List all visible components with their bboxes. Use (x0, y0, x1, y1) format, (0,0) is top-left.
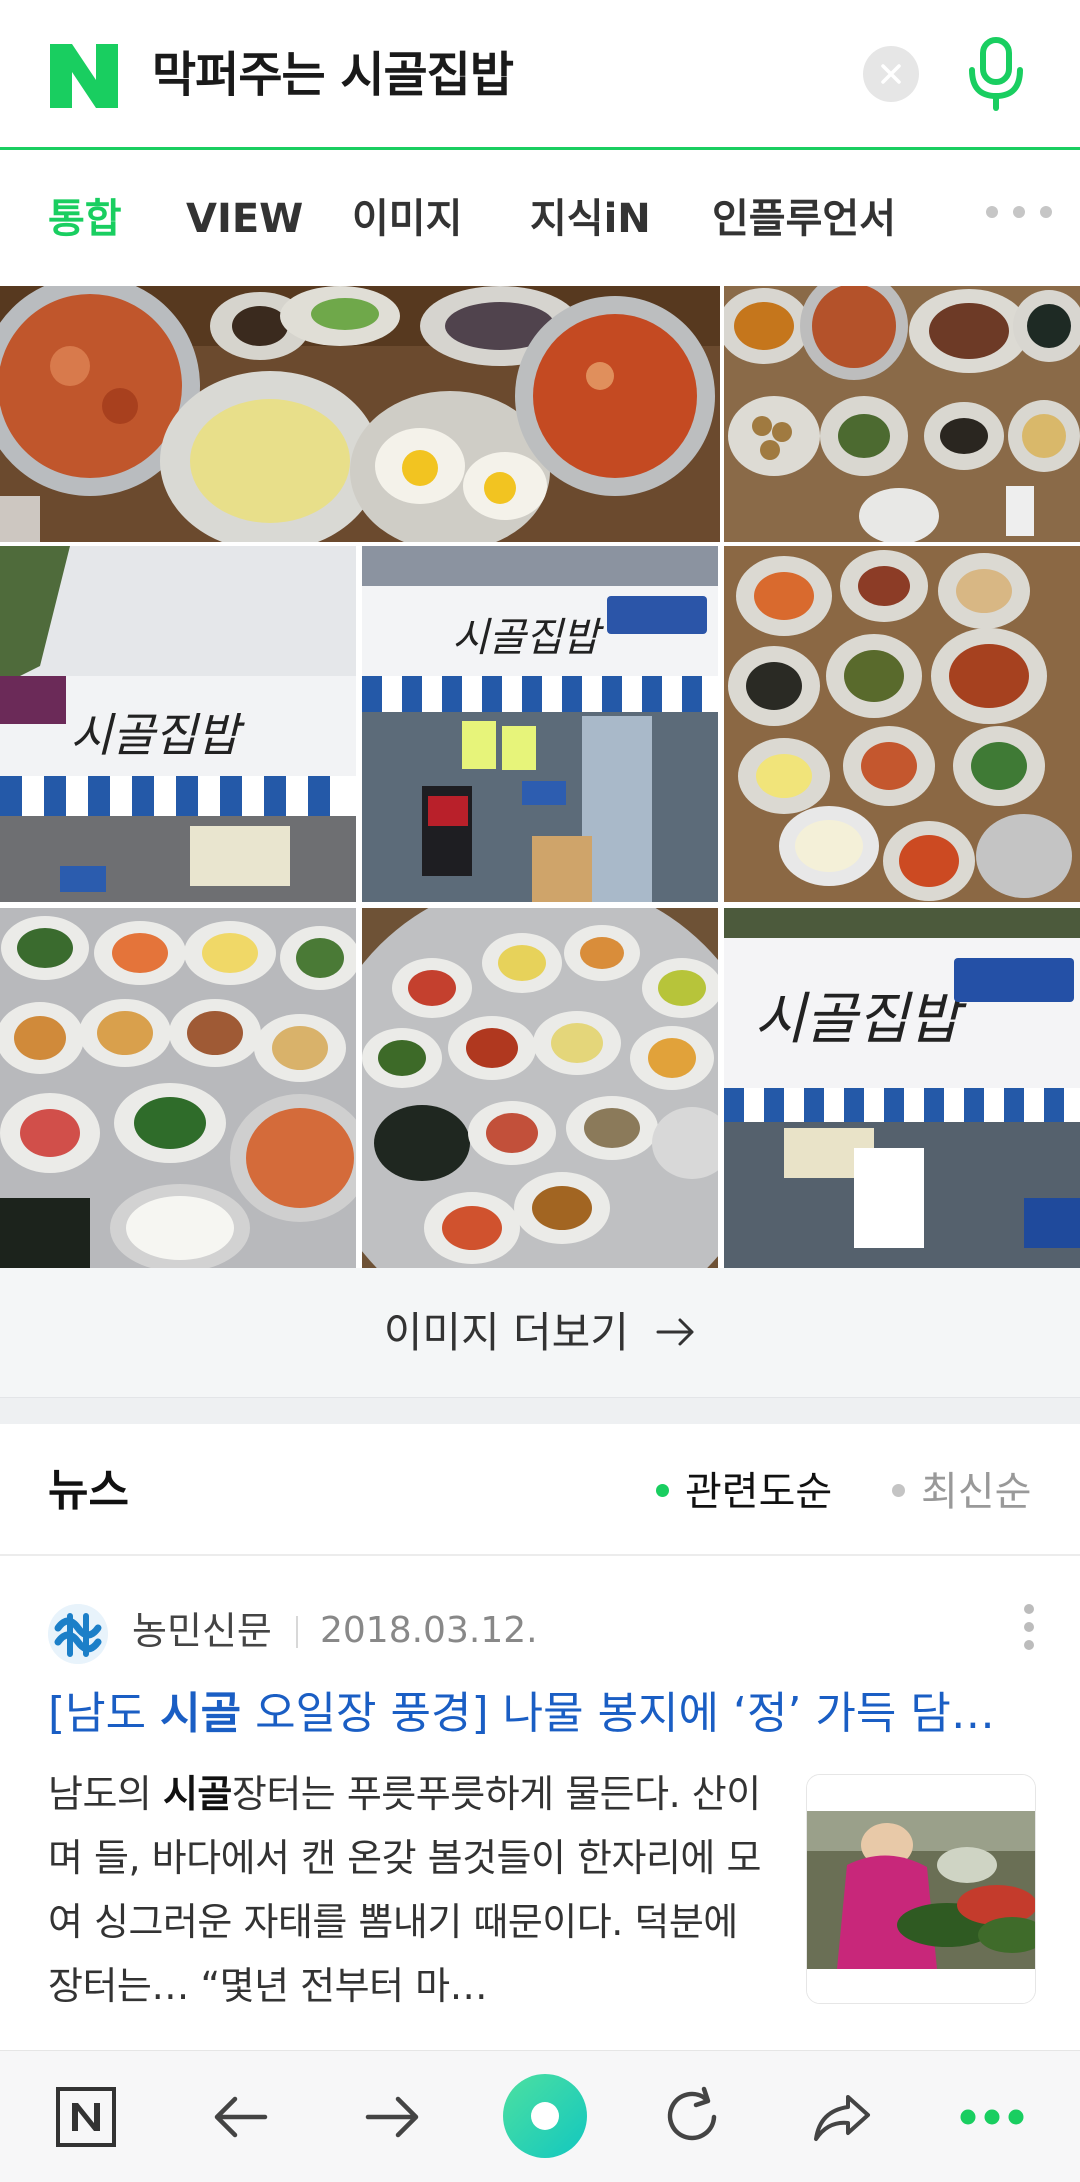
article-date: 2018.03.12. (320, 1610, 538, 1651)
news-section: 뉴스 관련도순 최신순 농민신문 2018.03.12. [남도 시골 오일장 … (0, 1424, 1080, 2050)
tab-images[interactable]: 이미지 (352, 189, 462, 249)
green-dot-icon[interactable] (500, 2071, 590, 2161)
press-logo-icon[interactable] (48, 1604, 108, 1664)
clear-icon[interactable] (863, 46, 919, 102)
svg-text:시골집밥: 시골집밥 (452, 615, 604, 661)
korean-side-dishes-photo[interactable] (0, 286, 720, 542)
microphone-icon[interactable] (964, 36, 1028, 112)
tab-influencer[interactable]: 인플루언서 (712, 189, 896, 249)
news-title: 뉴스 (48, 1465, 129, 1516)
news-header: 뉴스 관련도순 최신순 (0, 1424, 1080, 1556)
selected-dot-icon (656, 1483, 669, 1497)
search-tabs: 통합 VIEW 이미지 지식iN 인플루언서 (0, 153, 1080, 284)
naver-logo-icon[interactable] (50, 44, 118, 108)
more-images-label: 이미지 더보기 (383, 1308, 629, 1357)
article-headline[interactable]: [남도 시골 오일장 풍경] 나물 봉지에 ‘정’ 가득 담… (48, 1682, 1038, 1746)
browser-bottom-bar (0, 2050, 1080, 2182)
sort-latest[interactable]: 최신순 (892, 1464, 1031, 1520)
forward-arrow-icon[interactable] (352, 2077, 432, 2157)
article-summary[interactable]: 남도의 시골장터는 푸릇푸릇하게 물든다. 산이며 들, 바다에서 캔 온갖 봄… (48, 1762, 778, 2018)
sort-latest-label: 최신순 (921, 1469, 1032, 1515)
unselected-dot-icon (892, 1483, 905, 1497)
restaurant-entrance-photo[interactable]: 시골집밥 (362, 546, 718, 902)
restaurant-storefront-photo[interactable]: 시골집밥 (0, 546, 356, 902)
sort-relevance-label: 관련도순 (685, 1469, 833, 1515)
tab-view[interactable]: VIEW (186, 189, 303, 249)
back-arrow-icon[interactable] (201, 2077, 281, 2157)
press-name[interactable]: 농민신문 (132, 1602, 272, 1660)
headline-part: [남도 (48, 1688, 161, 1739)
banchan-tray-photo[interactable] (0, 908, 356, 1268)
side-dish-tray-photo[interactable] (362, 908, 718, 1268)
more-dots-icon[interactable] (952, 2077, 1032, 2157)
meta-divider (296, 1616, 298, 1648)
more-images-button[interactable]: 이미지 더보기 (0, 1268, 1080, 1398)
article-thumbnail[interactable] (806, 1774, 1036, 2004)
naver-home-icon[interactable] (46, 2077, 126, 2157)
summary-part: 남도의 (48, 1772, 163, 1816)
image-grid: 시골집밥 시골집밥 시골집밥 (0, 286, 1080, 1268)
refresh-icon[interactable] (652, 2077, 732, 2157)
tab-knowledge-in[interactable]: 지식iN (530, 189, 651, 249)
svg-text:시골집밥: 시골집밥 (754, 987, 968, 1052)
section-divider (0, 1398, 1080, 1424)
sort-relevance[interactable]: 관련도순 (656, 1464, 832, 1520)
table-set-photo[interactable] (724, 286, 1080, 542)
summary-highlight: 시골 (162, 1772, 232, 1816)
svg-text:시골집밥: 시골집밥 (70, 708, 245, 762)
arrow-right-icon (656, 1303, 696, 1363)
kebab-menu-icon[interactable] (1020, 1604, 1038, 1660)
headline-highlight: 시골 (160, 1688, 242, 1739)
headline-part: 오일장 풍경] 나물 봉지에 ‘정’ 가득 담… (241, 1688, 995, 1739)
tab-integrated[interactable]: 통합 (48, 189, 122, 249)
more-tabs-icon[interactable] (984, 204, 1054, 224)
search-bar: 막퍼주는 시골집밥 (0, 0, 1080, 150)
search-query[interactable]: 막퍼주는 시골집밥 (152, 40, 514, 110)
restaurant-signboard-photo[interactable]: 시골집밥 (724, 908, 1080, 1268)
banchan-table-photo[interactable] (724, 546, 1080, 902)
share-icon[interactable] (802, 2077, 882, 2157)
